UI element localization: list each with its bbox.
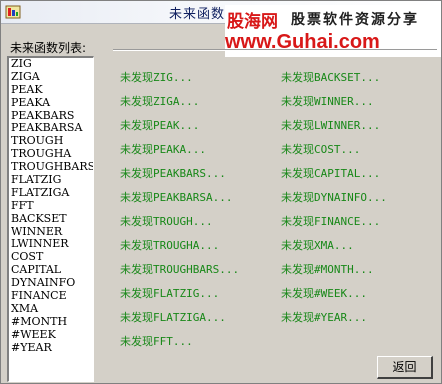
list-item[interactable]: XMA	[9, 302, 93, 316]
result-left-item: 未发现PEAKBARS...	[120, 167, 226, 180]
app-icon	[5, 5, 21, 19]
list-item[interactable]: PEAKA	[9, 96, 93, 110]
result-right-item: 未发现DYNAINFO...	[281, 191, 387, 204]
result-right-item: 未发现#MONTH...	[281, 263, 374, 276]
separator-line	[113, 49, 437, 51]
result-left-item: 未发现FLATZIGA...	[120, 311, 226, 324]
result-left-item: 未发现PEAK...	[120, 119, 200, 132]
result-left-item: 未发现TROUGH...	[120, 215, 213, 228]
list-item[interactable]: FLATZIG	[9, 173, 93, 187]
result-left-item: 未发现FFT...	[120, 335, 193, 348]
result-right-item: 未发现WINNER...	[281, 95, 374, 108]
result-right-item: 未发现BACKSET...	[281, 71, 381, 84]
back-button[interactable]: 返回	[377, 356, 433, 379]
result-left-item: 未发现PEAKBARSA...	[120, 191, 233, 204]
list-item[interactable]: #MONTH	[9, 315, 93, 329]
list-item[interactable]: FFT	[9, 199, 93, 213]
result-left-item: 未发现ZIGA...	[120, 95, 200, 108]
list-item[interactable]: PEAK	[9, 83, 93, 97]
result-left-item: 未发现PEAKA...	[120, 143, 206, 156]
result-right-item: 未发现#WEEK...	[281, 287, 367, 300]
function-listbox[interactable]: ZIG ZIGA PEAK PEAKA PEAKBARS PEAKBARSA TROUGH T…	[7, 56, 94, 382]
watermark-brand: 股海网	[227, 12, 278, 32]
list-item[interactable]: #YEAR	[9, 341, 93, 355]
result-right-item: 未发现CAPITAL...	[281, 167, 381, 180]
window-title: 未来函数	[169, 7, 226, 22]
list-item[interactable]: ZIGA	[9, 70, 93, 84]
list-item[interactable]: FLATZIGA	[9, 186, 93, 200]
result-right-item: 未发现LWINNER...	[281, 119, 381, 132]
result-left-item: 未发现FLATZIG...	[120, 287, 220, 300]
result-left-item: 未发现TROUGHA...	[120, 239, 220, 252]
watermark-tagline: 股票软件资源分享	[291, 12, 419, 28]
list-item[interactable]: BACKSET	[9, 212, 93, 226]
result-left-item: 未发现TROUGHBARS...	[120, 263, 240, 276]
result-right-item: 未发现FINANCE...	[281, 215, 381, 228]
result-right-item: 未发现#YEAR...	[281, 311, 367, 324]
list-item[interactable]: FINANCE	[9, 289, 93, 303]
list-item[interactable]: ZIG	[9, 58, 93, 71]
function-list-label: 未来函数列表:	[10, 41, 87, 55]
dialog-window: 未来函数 股海网 股票软件资源分享 www.Guhai.com 未来函数列表: …	[0, 0, 442, 384]
result-right-item: 未发现XMA...	[281, 239, 354, 252]
result-left-item: 未发现ZIG...	[120, 71, 193, 84]
list-item[interactable]: #WEEK	[9, 328, 93, 342]
result-right-item: 未发现COST...	[281, 143, 361, 156]
